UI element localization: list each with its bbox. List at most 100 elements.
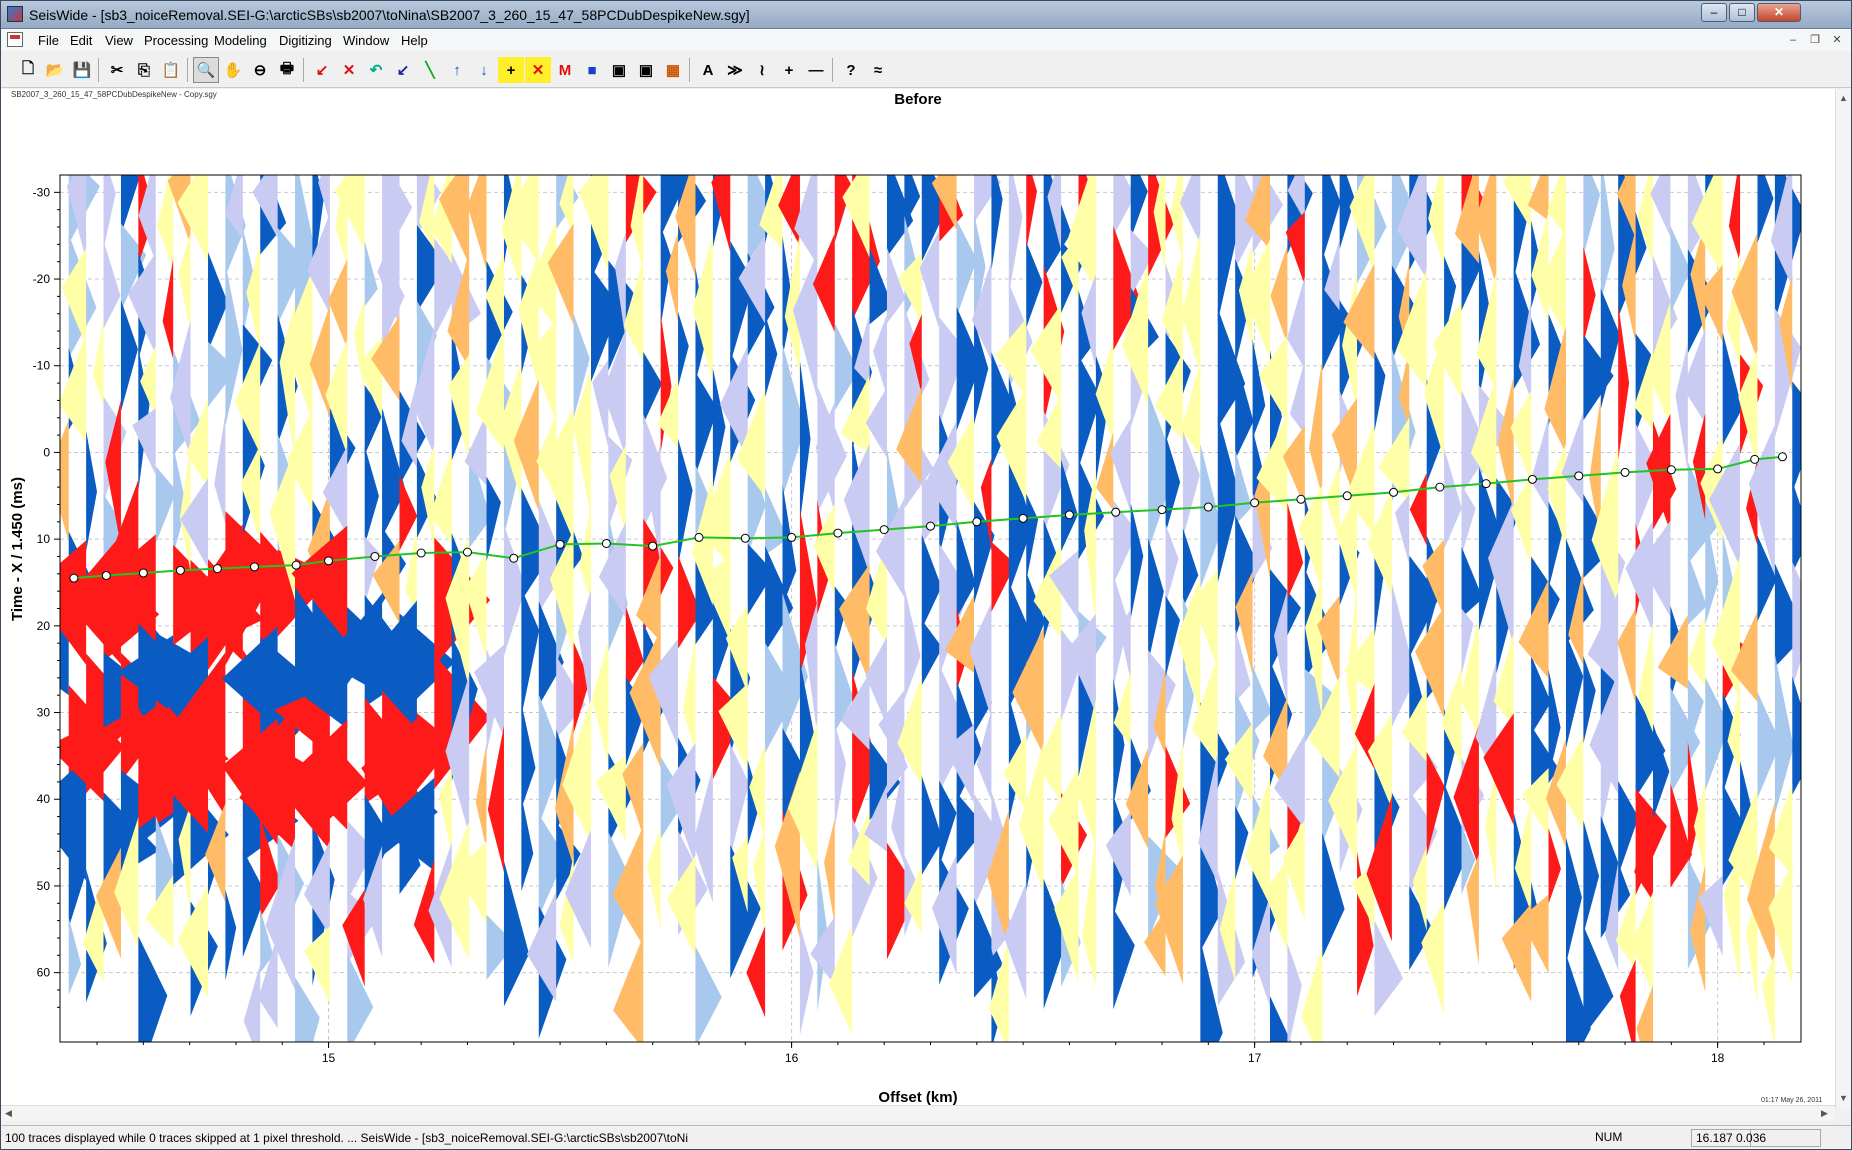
pick-point[interactable] (601, 538, 611, 548)
trace-lobe (1130, 175, 1148, 239)
pick-point[interactable] (1389, 487, 1399, 497)
pick-point[interactable] (1527, 474, 1537, 484)
pick-point[interactable] (1250, 498, 1260, 508)
document-icon[interactable] (7, 32, 23, 47)
add-point-icon[interactable]: + (498, 57, 524, 83)
arrow-down-icon[interactable]: ↓ (471, 57, 497, 83)
pan-hand-icon[interactable]: ✋ (220, 57, 246, 83)
pick-point[interactable] (1342, 491, 1352, 501)
trace-lobe (678, 311, 689, 388)
pick-point[interactable] (138, 568, 148, 578)
scroll-left-icon[interactable]: ◀ (5, 1108, 12, 1119)
pick-point[interactable] (1157, 505, 1167, 515)
pick-point[interactable] (1750, 454, 1760, 464)
pick-point[interactable] (1713, 464, 1723, 474)
help-icon[interactable]: ? (838, 57, 864, 83)
pick-point[interactable] (1481, 479, 1491, 489)
pick-point[interactable] (972, 517, 982, 527)
export-image-icon[interactable]: ▣ (633, 57, 659, 83)
menu-file[interactable]: File (38, 33, 59, 48)
pick-point[interactable] (509, 553, 519, 563)
pick-point[interactable] (926, 521, 935, 531)
close-button[interactable]: ✕ (1757, 3, 1801, 22)
pick-point[interactable] (1666, 465, 1676, 475)
pick-point[interactable] (787, 532, 797, 542)
pick-point[interactable] (370, 551, 380, 561)
pick-point[interactable] (324, 556, 334, 566)
remove-point-icon[interactable]: ✕ (525, 57, 551, 83)
zoom-out-icon[interactable]: ⊖ (247, 57, 273, 83)
pick-point[interactable] (1018, 513, 1028, 523)
pick-point[interactable] (1435, 482, 1445, 492)
pick-point[interactable] (1064, 510, 1074, 520)
pick-point[interactable] (1203, 502, 1213, 512)
status-bar: 100 traces displayed while 0 traces skip… (1, 1125, 1851, 1149)
minimize-button[interactable]: – (1701, 3, 1727, 22)
wiggle-icon[interactable]: ≀ (749, 57, 775, 83)
menu-edit[interactable]: Edit (70, 33, 92, 48)
delete-point-icon[interactable]: ✕ (336, 57, 362, 83)
menu-digitizing[interactable]: Digitizing (279, 33, 332, 48)
pick-point[interactable] (879, 525, 889, 535)
trace-lobe (1374, 920, 1403, 1017)
font-icon[interactable]: A (695, 57, 721, 83)
pick-point[interactable] (101, 571, 111, 581)
color-map-icon[interactable]: ■ (579, 57, 605, 83)
trace-lobe (1286, 276, 1305, 369)
title-bar[interactable]: SeisWide - [sb3_noiceRemoval.SEI-G:\arct… (1, 1, 1851, 29)
pick-point[interactable] (249, 562, 259, 572)
pick-point[interactable] (1111, 507, 1121, 517)
copy-icon[interactable]: ⎘ (131, 57, 157, 83)
pick-point[interactable] (694, 532, 704, 542)
menu-help[interactable]: Help (401, 33, 428, 48)
wave-icon[interactable]: ≈ (865, 57, 891, 83)
pick-blue-icon[interactable]: ↙ (390, 57, 416, 83)
pick-point[interactable] (1620, 467, 1630, 477)
horizontal-scrollbar[interactable]: ◀ ▶ (1, 1105, 1835, 1121)
open-icon[interactable]: 📂 (42, 57, 68, 83)
seismic-plot[interactable]: -30 -20 -10 0 10 20 30 40 50 60 15 16 17 18 (1, 89, 1835, 1109)
cut-icon[interactable]: ✂ (104, 57, 130, 83)
arrow-up-icon[interactable]: ↑ (444, 57, 470, 83)
pick-point[interactable] (291, 560, 301, 570)
mdi-close-button[interactable]: ✕ (1829, 33, 1845, 47)
menu-view[interactable]: View (105, 33, 133, 48)
mdi-minimize-button[interactable]: – (1785, 33, 1801, 47)
pick-point[interactable] (416, 548, 426, 558)
line-draw-icon[interactable]: ╲ (417, 57, 443, 83)
pick-point[interactable] (1574, 471, 1584, 481)
pick-red-icon[interactable]: ↙ (309, 57, 335, 83)
trace-lobe (1026, 175, 1037, 252)
scroll-up-icon[interactable]: ▲ (1839, 93, 1848, 103)
undo-icon[interactable]: ↶ (363, 57, 389, 83)
wiggle-fast-icon[interactable]: ≫ (722, 57, 748, 83)
pick-point[interactable] (69, 573, 79, 583)
pick-point[interactable] (833, 528, 843, 538)
noise-icon[interactable]: ▦ (660, 57, 686, 83)
pick-point[interactable] (212, 564, 222, 574)
model-icon[interactable]: M (552, 57, 578, 83)
menu-processing[interactable]: Processing (144, 33, 208, 48)
vertical-scrollbar[interactable]: ▲ ▼ (1835, 89, 1851, 1109)
pick-point[interactable] (462, 547, 472, 557)
print-icon[interactable]: 🖶 (274, 57, 300, 83)
mdi-restore-button[interactable]: ❐ (1807, 33, 1823, 47)
save-image-icon[interactable]: ▣ (606, 57, 632, 83)
pick-point[interactable] (555, 539, 565, 549)
pick-point[interactable] (175, 565, 185, 575)
scroll-right-icon[interactable]: ▶ (1821, 1108, 1828, 1119)
pick-point[interactable] (740, 533, 750, 543)
menu-modeling[interactable]: Modeling (214, 33, 267, 48)
crosshair-icon[interactable]: + (776, 57, 802, 83)
zoom-icon[interactable]: 🔍 (193, 57, 219, 83)
scroll-down-icon[interactable]: ▼ (1839, 1093, 1848, 1103)
maximize-button[interactable]: □ (1729, 3, 1755, 22)
pick-point[interactable] (1777, 452, 1787, 462)
menu-window[interactable]: Window (343, 33, 389, 48)
new-icon[interactable]: 🗋 (15, 57, 41, 83)
pick-point[interactable] (1296, 494, 1306, 504)
pick-point[interactable] (648, 541, 658, 551)
horizontal-line-icon[interactable]: — (803, 57, 829, 83)
save-icon[interactable]: 💾 (69, 57, 95, 83)
paste-icon[interactable]: 📋 (158, 57, 184, 83)
